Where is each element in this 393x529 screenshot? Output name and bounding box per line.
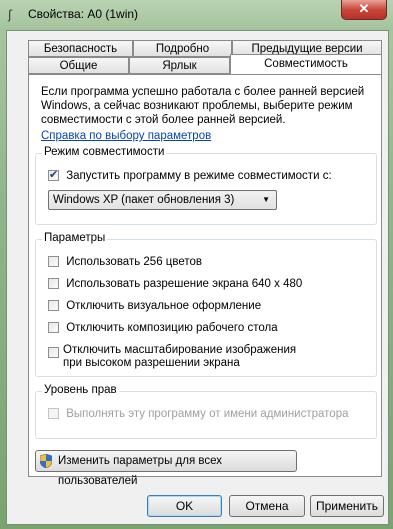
rights-group: Уровень прав Выполнять эту программу от … — [35, 384, 377, 439]
tab-details[interactable]: Подробно — [133, 40, 232, 57]
option-640x480[interactable]: Использовать разрешение экрана 640 x 480 — [48, 278, 302, 290]
chevron-down-icon: ▼ — [262, 195, 270, 204]
help-link[interactable]: Справка по выбору параметров — [41, 130, 211, 142]
window-title: Свойства: A0 (1win) — [28, 7, 139, 21]
tab-compatibility[interactable]: Совместимость — [230, 54, 382, 74]
checkbox[interactable] — [48, 322, 59, 333]
os-version-select[interactable]: Windows XP (пакет обновления 3) ▼ — [48, 190, 277, 210]
compatibility-panel: Если программа успешно работала с более … — [28, 74, 382, 477]
button-label: Применить — [315, 499, 378, 513]
change-all-users-button[interactable]: Изменить параметры для всех пользователе… — [35, 450, 297, 487]
checkbox-label: Отключить масштабирование изображения пр… — [63, 344, 297, 369]
tab-label: Безопасность — [43, 43, 118, 55]
tab-general[interactable]: Общие — [28, 57, 129, 74]
tab-label: Совместимость — [264, 58, 348, 70]
checkbox[interactable] — [48, 256, 59, 267]
checkbox-label: Выполнять эту программу от имени админис… — [66, 408, 349, 420]
button-label: Изменить параметры для всех пользователе… — [58, 455, 222, 487]
checkbox-label: Использовать 256 цветов — [66, 256, 203, 268]
close-button[interactable]: ✕ — [341, 0, 387, 20]
select-value: Windows XP (пакет обновления 3) — [53, 194, 235, 206]
close-icon: ✕ — [358, 1, 370, 16]
intro-text: Если программа успешно работала с более … — [41, 86, 365, 126]
checkbox-label: Отключить визуальное оформление — [66, 300, 262, 312]
shield-icon — [40, 454, 52, 468]
checkbox-label: Использовать разрешение экрана 640 x 480 — [66, 278, 303, 290]
checkbox-label: Запустить программу в режиме совместимос… — [66, 170, 332, 182]
option-disable-dpi-scaling[interactable]: Отключить масштабирование изображения пр… — [48, 344, 318, 370]
title-bar[interactable]: ʃ Свойства: A0 (1win) ✕ — [0, 0, 393, 30]
tab-shortcut[interactable]: Ярлык — [129, 57, 230, 74]
button-label: Отмена — [245, 499, 289, 513]
tab-label: Подробно — [155, 43, 210, 55]
compat-mode-checkbox-row[interactable]: Запустить программу в режиме совместимос… — [48, 168, 332, 182]
option-disable-desktop-composition[interactable]: Отключить композицию рабочего стола — [48, 322, 278, 334]
group-title: Параметры — [42, 232, 108, 244]
checkbox[interactable] — [48, 278, 59, 289]
group-title: Режим совместимости — [42, 146, 167, 158]
apply-button[interactable]: Применить — [310, 495, 384, 517]
checkbox-label: Отключить композицию рабочего стола — [66, 322, 278, 334]
tab-label: Ярлык — [162, 60, 197, 72]
params-group: Параметры Использовать 256 цветов Исполь… — [35, 232, 377, 377]
option-run-as-admin: Выполнять эту программу от имени админис… — [48, 408, 349, 420]
compat-mode-checkbox[interactable] — [48, 168, 59, 181]
ok-button[interactable]: OK — [147, 495, 222, 517]
button-label: OK — [175, 499, 194, 513]
cancel-button[interactable]: Отмена — [229, 495, 305, 517]
compat-mode-group: Режим совместимости Запустить программу … — [35, 146, 377, 225]
tab-label: Общие — [59, 60, 98, 72]
option-disable-visual-themes[interactable]: Отключить визуальное оформление — [48, 300, 261, 312]
option-256-colors[interactable]: Использовать 256 цветов — [48, 256, 202, 268]
checkbox — [48, 408, 59, 419]
app-icon: ʃ — [8, 8, 13, 22]
group-title: Уровень прав — [42, 384, 119, 396]
tab-security[interactable]: Безопасность — [28, 40, 133, 57]
dialog-frame: Безопасность Подробно Предыдущие версии … — [6, 30, 389, 525]
checkbox[interactable] — [48, 300, 59, 311]
checkbox[interactable] — [48, 347, 59, 358]
